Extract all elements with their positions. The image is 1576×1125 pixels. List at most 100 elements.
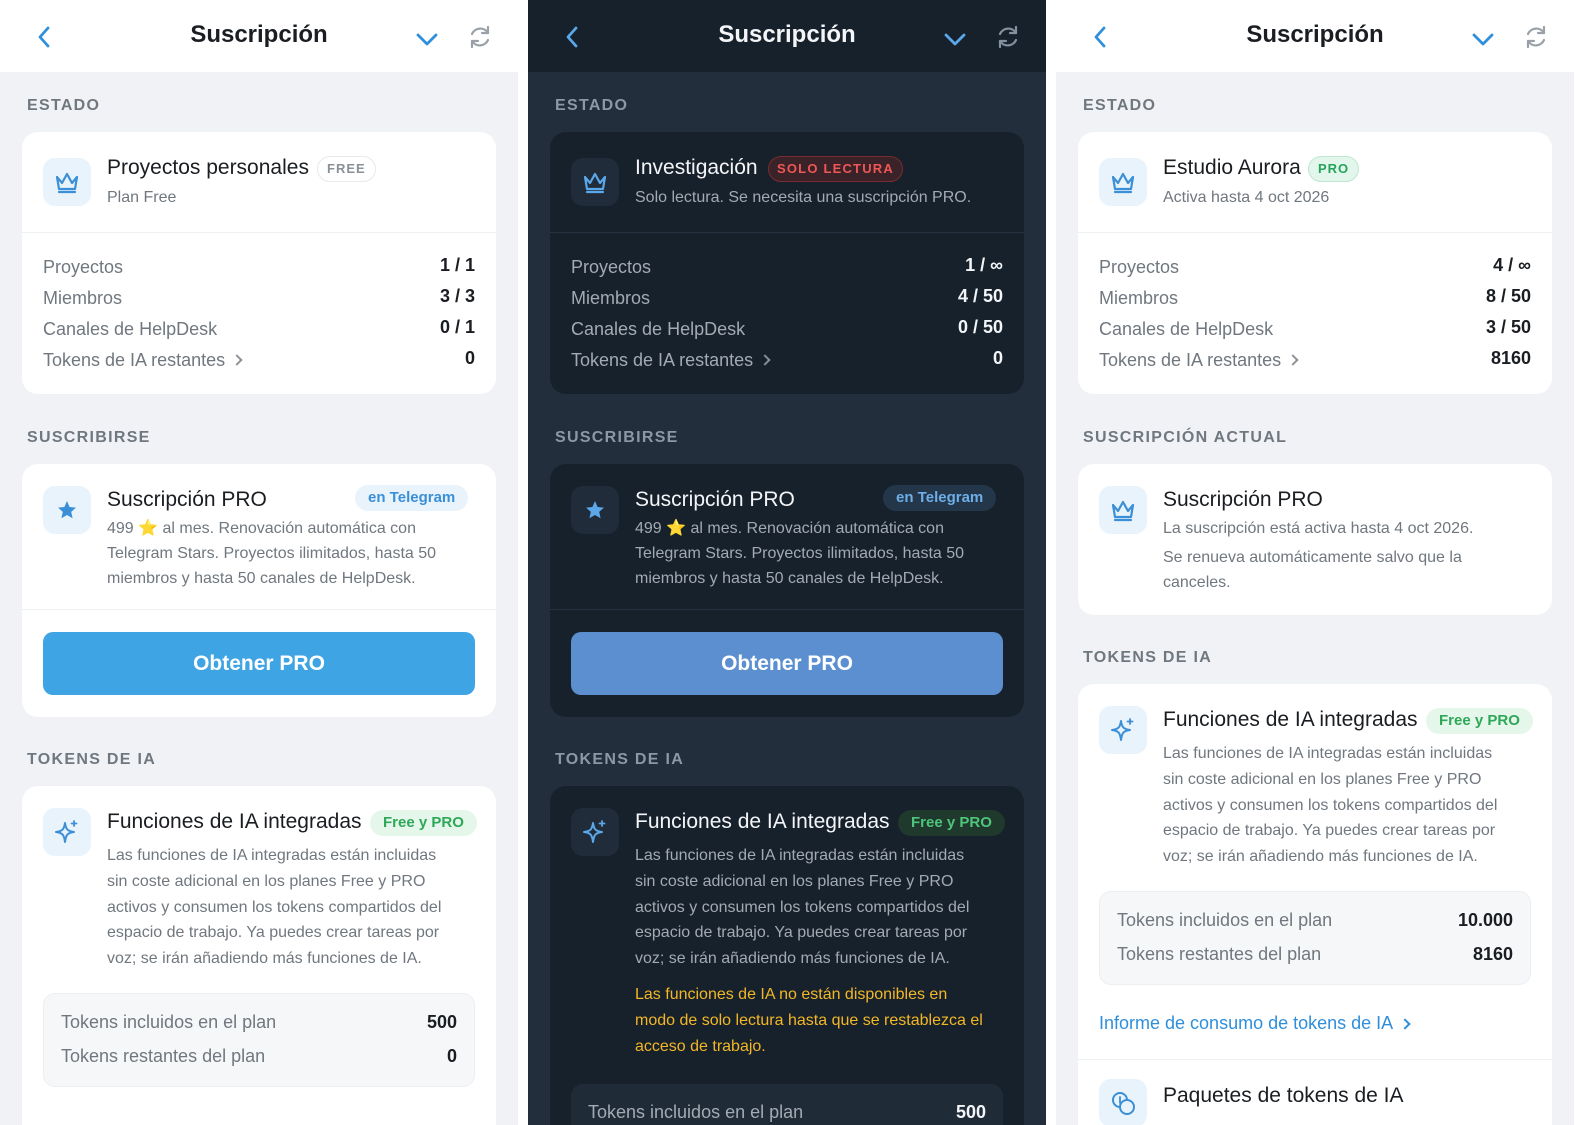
section-title-status: ESTADO <box>27 97 101 114</box>
plan-subtitle: Plan Free <box>107 189 177 206</box>
panel-read-only: Suscripción ESTADO Investigación SOLO LE… <box>528 0 1046 1125</box>
ai-description: Las funciones de IA integradas están inc… <box>1163 745 1498 866</box>
subscription-description: 499 ⭐️ al mes. Renovación automática con… <box>107 520 437 587</box>
stat-row-ai-tokens[interactable]: Tokens de IA restantes 0 <box>571 348 1003 372</box>
tokens-box: Tokens incluidos en el plan 10.000 Tokens… <box>1099 891 1531 985</box>
stat-row-helpdesk: Canales de HelpDesk 0 / 1 <box>43 317 475 339</box>
refresh-icon[interactable] <box>994 22 1022 52</box>
workspace-name: Investigación <box>635 156 758 179</box>
star-icon <box>571 486 619 534</box>
section-title-ai-tokens: TOKENS DE IA <box>1083 649 1213 666</box>
crown-icon <box>571 158 619 206</box>
tokens-included-row: Tokens incluidos en el plan 500 <box>61 1012 457 1032</box>
ai-title: Funciones de IA integradas <box>107 810 362 833</box>
ai-card: Funciones de IA integradas Free y PRO La… <box>1078 684 1552 1125</box>
header-bar: Suscripción <box>0 0 518 72</box>
divider <box>22 609 496 610</box>
tokens-remaining-row: Tokens restantes del plan 0 <box>61 1046 457 1066</box>
plan-badge: FREE <box>317 156 376 182</box>
free-pro-badge: Free y PRO <box>1426 708 1533 734</box>
tokens-included-row: Tokens incluidos en el plan 500 <box>588 1102 986 1122</box>
subscription-title: Suscripción PRO <box>635 488 795 511</box>
get-pro-button[interactable]: Obtener PRO <box>43 632 475 695</box>
coins-icon <box>1099 1079 1147 1125</box>
chevron-left-icon[interactable] <box>30 22 60 52</box>
section-title-subscribe: SUSCRIBIRSE <box>27 429 151 446</box>
workspace-name: Proyectos personales <box>107 156 309 179</box>
sparkles-icon <box>1099 706 1147 754</box>
free-pro-badge: Free y PRO <box>898 810 1005 836</box>
tokens-box: Tokens incluidos en el plan 500 Tokens re… <box>43 993 475 1087</box>
refresh-icon[interactable] <box>466 22 494 52</box>
section-title-status: ESTADO <box>1083 97 1157 114</box>
crown-icon <box>43 158 91 206</box>
sparkles-icon <box>43 808 91 856</box>
tokens-included-row: Tokens incluidos en el plan 10.000 <box>1117 910 1513 930</box>
free-pro-badge: Free y PRO <box>370 810 477 836</box>
stat-row-members: Miembros 4 / 50 <box>571 286 1003 308</box>
divider <box>550 232 1024 233</box>
status-card: Investigación SOLO LECTURA Solo lectura.… <box>550 132 1024 394</box>
ai-description: Las funciones de IA integradas están inc… <box>107 847 442 968</box>
chevron-left-icon[interactable] <box>1086 22 1116 52</box>
telegram-badge: en Telegram <box>883 485 997 511</box>
ai-description: Las funciones de IA integradas están inc… <box>635 847 970 968</box>
ai-card: Funciones de IA integradas Free y PRO La… <box>22 786 496 1125</box>
panel-pro: Suscripción ESTADO Estudio Aurora PRO Ac… <box>1056 0 1574 1125</box>
crown-icon <box>1099 158 1147 206</box>
crown-icon <box>1099 486 1147 534</box>
subscription-card: Suscripción PRO en Telegram 499 ⭐️ al me… <box>22 464 496 717</box>
token-packages-title[interactable]: Paquetes de tokens de IA <box>1163 1084 1404 1108</box>
panel-free: Suscripción ESTADO Proyectos personales … <box>0 0 518 1125</box>
divider <box>1078 232 1552 233</box>
divider <box>22 232 496 233</box>
tokens-remaining-row: Tokens restantes del plan 8160 <box>1117 944 1513 964</box>
subscription-title: Suscripción PRO <box>107 488 267 511</box>
stat-row-ai-tokens[interactable]: Tokens de IA restantes 8160 <box>1099 348 1531 372</box>
chevron-right-icon <box>1399 1017 1411 1030</box>
subscription-description: La suscripción está activa hasta 4 oct 2… <box>1163 520 1474 591</box>
chevron-left-icon[interactable] <box>558 22 588 52</box>
stat-row-projects: Proyectos 4 / ∞ <box>1099 255 1531 277</box>
stat-row-helpdesk: Canales de HelpDesk 0 / 50 <box>571 317 1003 339</box>
chevron-right-icon <box>231 354 243 366</box>
section-title-ai-tokens: TOKENS DE IA <box>27 751 157 768</box>
chevron-down-icon[interactable] <box>412 24 442 54</box>
tokens-box: Tokens incluidos en el plan 500 <box>571 1084 1003 1125</box>
divider <box>550 609 1024 610</box>
stat-row-projects: Proyectos 1 / 1 <box>43 255 475 277</box>
section-title-current-subscription: SUSCRIPCIÓN ACTUAL <box>1083 429 1288 446</box>
subscription-description: 499 ⭐️ al mes. Renovación automática con… <box>635 520 965 587</box>
stat-row-members: Miembros 8 / 50 <box>1099 286 1531 308</box>
ai-title: Funciones de IA integradas <box>635 810 890 833</box>
chevron-right-icon <box>759 354 771 366</box>
section-title-subscribe: SUSCRIBIRSE <box>555 429 679 446</box>
pro-badge: PRO <box>1308 156 1360 182</box>
ai-card: Funciones de IA integradas Free y PRO La… <box>550 786 1024 1125</box>
current-subscription-card: Suscripción PRO La suscripción está acti… <box>1078 464 1552 615</box>
header-bar: Suscripción <box>528 0 1046 72</box>
section-title-status: ESTADO <box>555 97 629 114</box>
stat-row-members: Miembros 3 / 3 <box>43 286 475 308</box>
refresh-icon[interactable] <box>1522 22 1550 52</box>
get-pro-button[interactable]: Obtener PRO <box>571 632 1003 695</box>
subscription-card: Suscripción PRO en Telegram 499 ⭐️ al me… <box>550 464 1024 717</box>
stat-row-ai-tokens[interactable]: Tokens de IA restantes 0 <box>43 348 475 372</box>
stat-row-projects: Proyectos 1 / ∞ <box>571 255 1003 277</box>
ai-title: Funciones de IA integradas <box>1163 708 1418 731</box>
star-icon <box>43 486 91 534</box>
workspace-name: Estudio Aurora <box>1163 156 1301 179</box>
subscription-title: Suscripción PRO <box>1163 488 1323 511</box>
header-bar: Suscripción <box>1056 0 1574 72</box>
read-only-warning: Las funciones de IA no están disponibles… <box>635 986 983 1055</box>
chevron-down-icon[interactable] <box>940 24 970 54</box>
plan-subtitle: Activa hasta 4 oct 2026 <box>1163 189 1330 206</box>
read-only-badge: SOLO LECTURA <box>768 156 903 182</box>
sparkles-icon <box>571 808 619 856</box>
stat-row-helpdesk: Canales de HelpDesk 3 / 50 <box>1099 317 1531 339</box>
chevron-down-icon[interactable] <box>1468 24 1498 54</box>
section-title-ai-tokens: TOKENS DE IA <box>555 751 685 768</box>
telegram-badge: en Telegram <box>355 485 469 511</box>
status-card: Proyectos personales FREE Plan Free Proy… <box>22 132 496 394</box>
token-usage-report-link[interactable]: Informe de consumo de tokens de IA <box>1099 1013 1411 1034</box>
